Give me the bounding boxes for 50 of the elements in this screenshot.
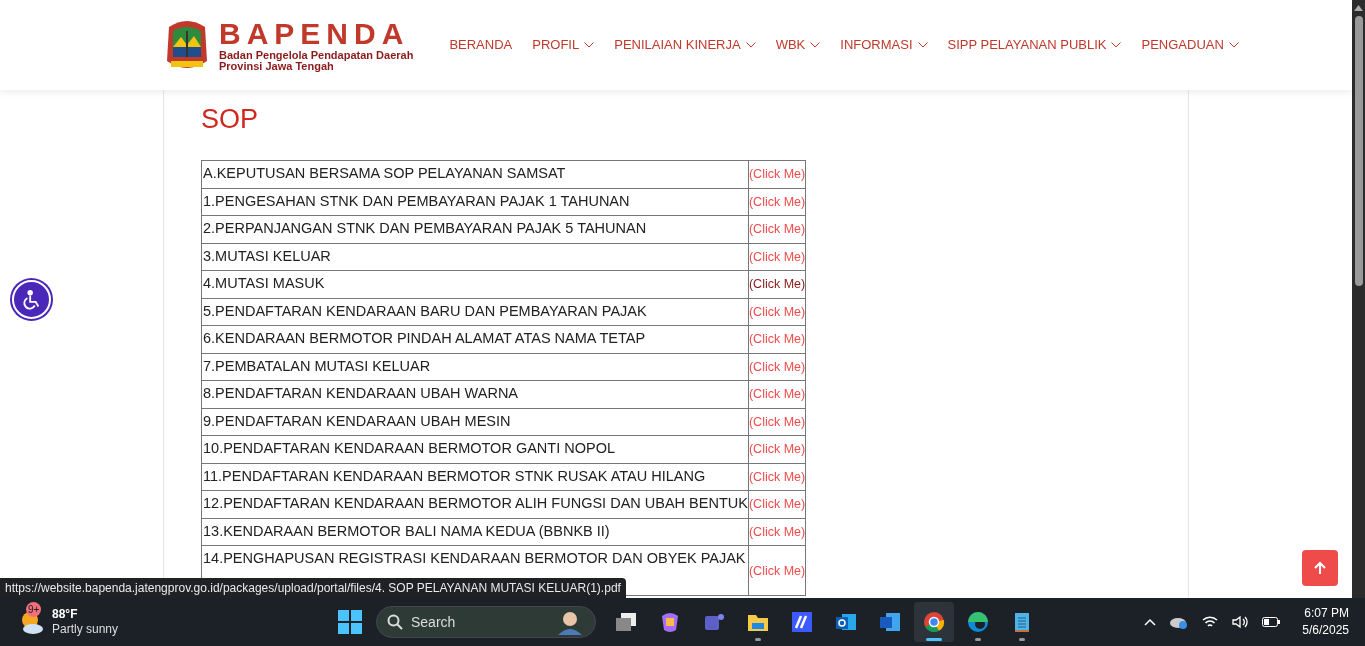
browser-icon: [922, 610, 946, 634]
scrollbar-thumb[interactable]: [1354, 16, 1363, 286]
speaker-icon[interactable]: [1232, 615, 1249, 629]
nav-link[interactable]: PENGADUAN: [1141, 35, 1239, 55]
weather-condition: Partly sunny: [52, 622, 119, 637]
accessibility-button[interactable]: [12, 280, 51, 319]
battery-icon[interactable]: [1262, 617, 1281, 627]
nav-link[interactable]: WBK: [775, 35, 821, 55]
nav-link[interactable]: PROFIL: [532, 35, 595, 55]
sop-title: 9.PENDAFTARAN KENDARAAN UBAH MESIN: [201, 408, 749, 436]
status-url: https://website.bapenda.jatengprov.go.id/packages/upload/portal/files/4. SOP PELAYANAN MUTASI KELUAR(1).pdf: [0, 578, 626, 598]
sop-title: 11.PENDAFTARAN KENDARAAN BERMOTOR STNK RUSAK ATAU HILANG: [201, 463, 749, 491]
sop-title: 6.KENDARAAN BERMOTOR PINDAH ALAMAT ATAS NAMA TETAP: [201, 325, 749, 353]
chevron-up-icon[interactable]: [1144, 618, 1157, 626]
sop-title: 5.PENDAFTARAN KENDARAAN BARU DAN PEMBAYARAN PAJAK: [201, 298, 749, 326]
nav-link[interactable]: PENILAIAN KINERJA: [614, 35, 756, 55]
sop-title: 10.PENDAFTARAN KENDARAAN BERMOTOR GANTI NOPOL: [201, 435, 749, 463]
search-icon: [387, 614, 403, 630]
back-to-top-button[interactable]: [1302, 550, 1338, 586]
document-app-icon: [878, 610, 902, 634]
nav-link[interactable]: SIPP PELAYANAN PUBLIK: [947, 35, 1122, 55]
nav-link[interactable]: BERANDA: [449, 35, 513, 55]
sop-title: 13.KENDARAAN BERMOTOR BALI NAMA KEDUA (BBNKB II): [201, 518, 749, 546]
task-view-icon: [614, 610, 638, 634]
notification-badge: 9+: [26, 602, 42, 617]
clock-time[interactable]: 6:07 PM: [1304, 605, 1349, 622]
sop-title: 4.MUTASI MASUK: [201, 270, 749, 298]
scroll-up-icon[interactable]: [1354, 4, 1363, 12]
logo-subtitle: Badan Pengelola Pendapatan Daerah: [219, 49, 414, 61]
slash-app-icon: [790, 610, 814, 634]
search-field[interactable]: Search: [376, 606, 596, 638]
sop-title: 7.PEMBATALAN MUTASI KELUAR: [201, 353, 749, 381]
scrollbar[interactable]: [1352, 0, 1365, 598]
wifi-icon[interactable]: [1202, 615, 1219, 629]
sop-title: 12.PENDAFTARAN KENDARAAN BERMOTOR ALIH FUNGSI DAN UBAH BENTUK: [201, 490, 749, 518]
weather-temperature: 88°F: [52, 607, 79, 622]
sop-title: 8.PENDAFTARAN KENDARAAN UBAH WARNA: [201, 380, 749, 408]
cloud-sync-icon[interactable]: [1170, 615, 1189, 629]
sop-title: 1.PENGESAHAN STNK DAN PEMBAYARAN PAJAK 1 TAHUNAN: [201, 188, 749, 216]
logo-subtitle: Provinsi Jawa Tengah: [219, 60, 334, 72]
taskbar-app-button[interactable]: [914, 602, 954, 642]
sop-title: 3.MUTASI KELUAR: [201, 243, 749, 271]
logo-title: BAPENDA: [219, 18, 411, 49]
sop-title: A.KEPUTUSAN BERSAMA SOP PELAYANAN SAMSAT: [201, 160, 749, 188]
arrow-up-icon: [1313, 561, 1327, 575]
windows-start-icon[interactable]: [338, 610, 362, 634]
clock-date[interactable]: 5/6/2025: [1302, 622, 1349, 639]
nav-link[interactable]: INFORMASI: [840, 35, 928, 55]
sop-title: 2.PERPANJANGAN STNK DAN PEMBAYARAN PAJAK 5 TAHUNAN: [201, 215, 749, 243]
page-title: SOP: [201, 103, 260, 136]
